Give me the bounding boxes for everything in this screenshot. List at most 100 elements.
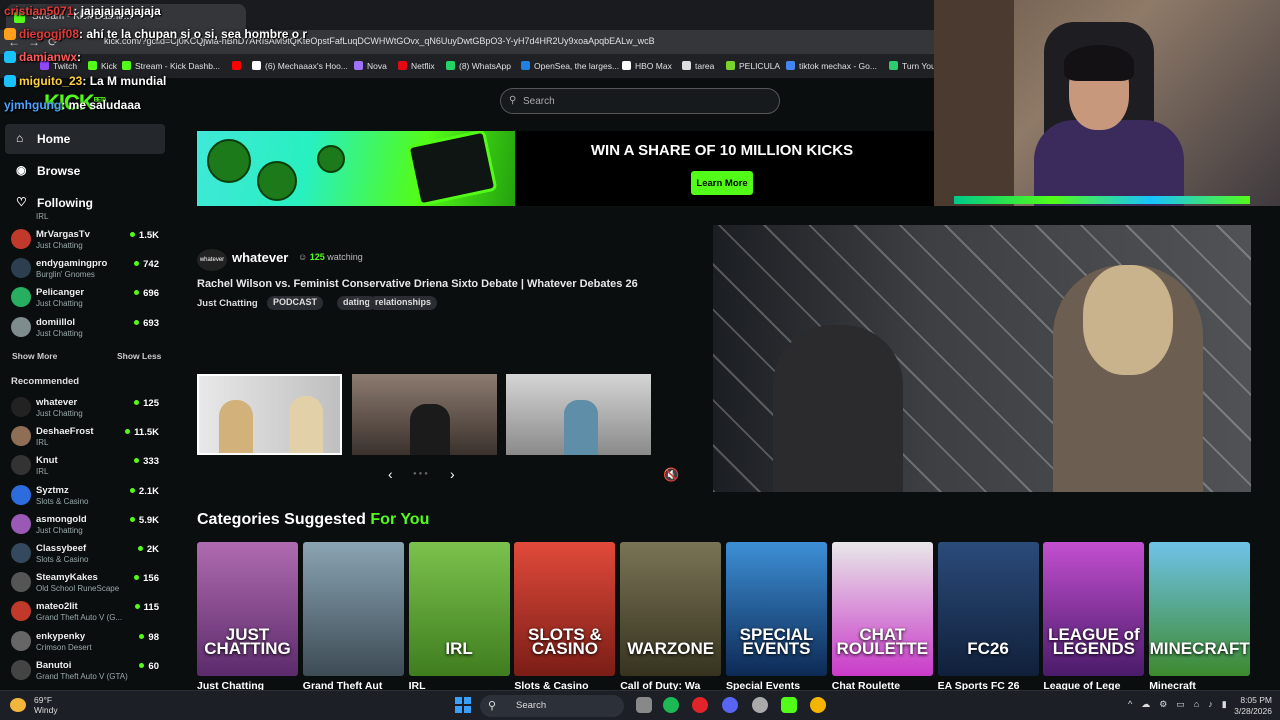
viewer-count: 60 bbox=[139, 661, 159, 672]
category-card[interactable]: IRL bbox=[408, 542, 510, 676]
category-card[interactable]: WARZONE bbox=[620, 542, 722, 676]
heart-icon: ♡ bbox=[16, 195, 27, 209]
pelicula-icon bbox=[726, 61, 735, 70]
channel-name[interactable]: whatever bbox=[232, 250, 288, 265]
sidebar-channel[interactable]: Pelicanger Just Chatting 696 bbox=[0, 283, 170, 312]
live-dot-icon bbox=[137, 546, 143, 551]
category-art-label: LEAGUE of LEGENDS bbox=[1048, 625, 1140, 658]
category-card[interactable]: FC26 bbox=[937, 542, 1039, 676]
promo-banner[interactable]: WIN A SHARE OF 10 MILLION KICKS Learn Mo… bbox=[197, 131, 937, 206]
gem-icon bbox=[317, 145, 345, 173]
carousel-thumbnail[interactable] bbox=[506, 374, 651, 455]
kick-app-icon[interactable] bbox=[781, 697, 797, 713]
sidebar-channel[interactable]: domiillol Just Chatting 693 bbox=[0, 313, 170, 342]
channel-category: Old School RuneScape bbox=[36, 584, 120, 594]
stream-category[interactable]: Just Chatting bbox=[197, 298, 258, 309]
video-player[interactable] bbox=[713, 225, 1251, 492]
live-dot-icon bbox=[125, 429, 131, 435]
channel-category: Grand Theft Auto V (GTA) bbox=[36, 671, 128, 681]
sidebar-channel[interactable]: Knut IRL 333 bbox=[0, 451, 170, 480]
nav-following[interactable]: ♡ Following bbox=[5, 188, 165, 218]
mute-icon[interactable]: 🔇 bbox=[663, 467, 679, 483]
recommended-heading: Recommended bbox=[11, 376, 80, 387]
bookmark[interactable]: PELICULA bbox=[726, 61, 780, 71]
sidebar-channel[interactable]: mateo2lit Grand Theft Auto V (G... 115 bbox=[0, 597, 170, 626]
live-dot-icon bbox=[134, 575, 140, 581]
start-icon[interactable] bbox=[455, 697, 471, 713]
live-dot-icon bbox=[134, 458, 140, 464]
chevron-left-icon[interactable]: ‹ bbox=[388, 466, 393, 482]
channel-name: asmongold bbox=[36, 513, 87, 525]
app-icon[interactable] bbox=[752, 697, 768, 713]
sidebar-channel[interactable]: enkypenky Crimson Desert 98 bbox=[0, 627, 170, 656]
show-less-button[interactable]: Show Less bbox=[117, 351, 161, 361]
channel-name: whatever bbox=[36, 397, 78, 408]
viewer-count: 2.1K bbox=[129, 486, 159, 497]
category-card[interactable] bbox=[302, 542, 404, 676]
sidebar-channel[interactable]: DeshaeFrost IRL 11.5K bbox=[0, 422, 170, 451]
category-card[interactable]: LEAGUE of LEGENDS bbox=[1043, 542, 1145, 676]
channel-category: Crimson Desert bbox=[36, 642, 92, 652]
bookmark[interactable]: Turn You bbox=[889, 61, 936, 71]
chrome-icon[interactable] bbox=[810, 697, 826, 713]
system-tray[interactable]: ^☁⚙▭⌂♪▮ bbox=[1128, 699, 1236, 710]
category-card[interactable]: SLOTS & CASINO bbox=[514, 542, 616, 676]
categories-heading: Categories Suggested For You bbox=[197, 511, 430, 528]
bookmark[interactable]: tiktok mechax - Go... bbox=[786, 61, 877, 71]
gem-icon bbox=[257, 161, 297, 201]
chat-message: miguito_23: La M mundial bbox=[4, 74, 166, 88]
opera-icon[interactable] bbox=[692, 697, 708, 713]
video-person-head bbox=[1083, 265, 1173, 375]
show-more-button[interactable]: Show More bbox=[12, 351, 57, 361]
viewer-count: 2K bbox=[137, 544, 159, 555]
weather-widget[interactable]: 69°F Windy bbox=[34, 695, 58, 715]
cam-person-body bbox=[1034, 120, 1184, 206]
google-drive-icon bbox=[786, 61, 795, 70]
avatar bbox=[11, 543, 31, 563]
discord-icon[interactable] bbox=[722, 697, 738, 713]
channel-avatar[interactable]: whatever bbox=[197, 249, 227, 271]
viewer-count: 742 bbox=[134, 259, 159, 270]
channel-name: DeshaeFrost bbox=[36, 426, 94, 438]
stream-title[interactable]: Rachel Wilson vs. Feminist Conservative … bbox=[197, 278, 638, 290]
nav-home[interactable]: ⌂ Home bbox=[5, 124, 165, 154]
banner-title: WIN A SHARE OF 10 MILLION KICKS bbox=[590, 142, 854, 159]
sidebar-channel[interactable]: asmongold Just Chatting 5.9K bbox=[0, 510, 170, 539]
weather-icon[interactable] bbox=[10, 698, 26, 712]
tag-chip[interactable]: relationships bbox=[369, 296, 438, 310]
sidebar-channel[interactable]: endygamingpro Burglin' Gnomes 742 bbox=[0, 254, 170, 283]
learn-more-button[interactable]: Learn More bbox=[691, 171, 753, 195]
turnyou-icon bbox=[889, 61, 898, 70]
sidebar-channel[interactable]: whatever Just Chatting 125 bbox=[0, 393, 170, 422]
sidebar-channel[interactable]: Syztmz Slots & Casino 2.1K bbox=[0, 481, 170, 510]
category-card[interactable]: CHAT ROULETTE bbox=[831, 542, 933, 676]
task-view-icon[interactable] bbox=[636, 697, 652, 713]
bookmark[interactable]: tarea bbox=[682, 61, 714, 71]
taskbar-clock[interactable]: 8:05 PM 3/28/2026 bbox=[1232, 695, 1272, 717]
live-dot-icon bbox=[134, 319, 140, 325]
viewer-count: 1.5K bbox=[129, 230, 159, 241]
live-dot-icon bbox=[129, 232, 135, 237]
nav-browse[interactable]: ◉ Browse bbox=[5, 156, 165, 186]
spotify-icon[interactable] bbox=[663, 697, 679, 713]
category-card[interactable]: JUST CHATTING bbox=[197, 542, 298, 676]
avatar bbox=[11, 484, 31, 505]
taskbar-search[interactable]: ⚲ Search bbox=[480, 695, 624, 717]
channel-name: SteamyKakes bbox=[36, 572, 98, 584]
carousel-thumbnail[interactable] bbox=[197, 374, 342, 455]
gem-icon bbox=[207, 139, 251, 183]
category-art-label: SLOTS & CASINO bbox=[528, 625, 602, 658]
channel-name: domiillol bbox=[36, 316, 76, 328]
tag-chip[interactable]: PODCAST bbox=[267, 296, 324, 310]
chevron-right-icon[interactable]: › bbox=[450, 466, 455, 482]
video-person bbox=[773, 325, 903, 492]
category-card[interactable]: MINECRAFT bbox=[1149, 542, 1251, 676]
sidebar-channel[interactable]: MrVargasTv Just Chatting 1.5K bbox=[0, 225, 170, 254]
sidebar-channel[interactable]: Banutoi Grand Theft Auto V (GTA) 60 bbox=[0, 656, 170, 685]
cam-wall bbox=[934, 0, 1014, 206]
category-art-label: SPECIAL EVENTS bbox=[739, 625, 814, 658]
carousel-thumbnail[interactable] bbox=[352, 374, 497, 455]
category-card[interactable]: SPECIAL EVENTS bbox=[726, 542, 827, 676]
sidebar-channel[interactable]: Classybeef Slots & Casino 2K bbox=[0, 539, 170, 568]
sidebar-channel[interactable]: SteamyKakes Old School RuneScape 156 bbox=[0, 568, 170, 597]
